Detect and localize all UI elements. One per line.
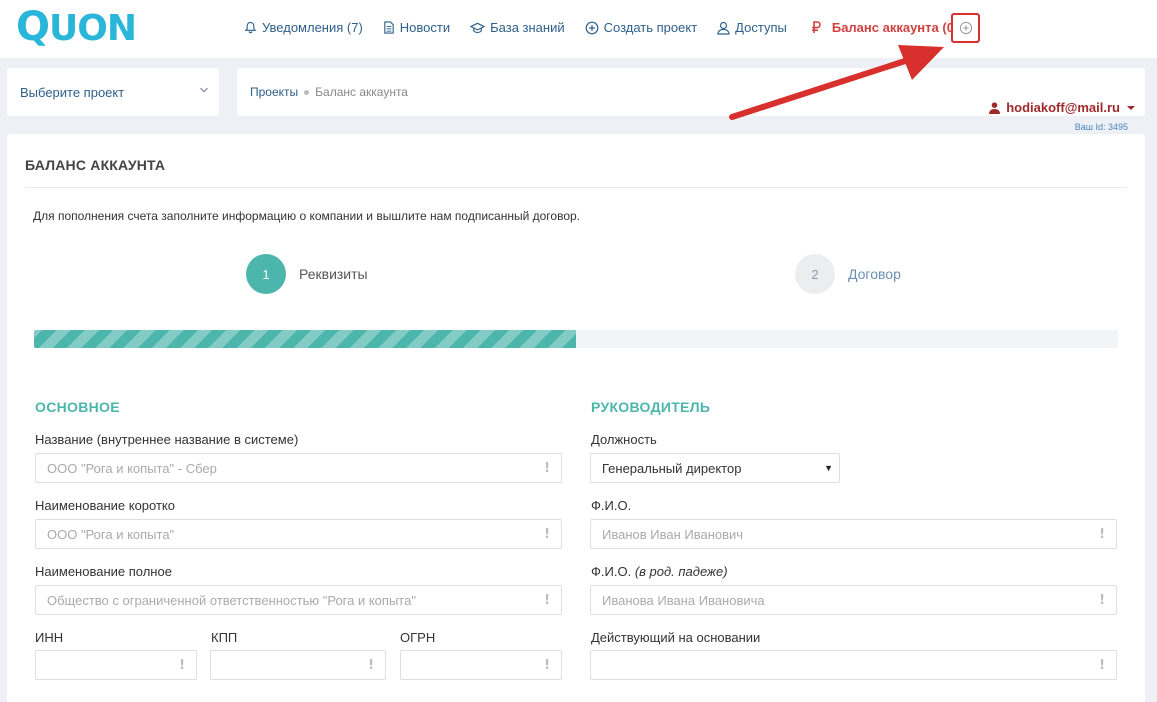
nav-knowledge-base[interactable]: База знаний [470,20,565,35]
name-full-placeholder: Общество с ограниченной ответственностью… [47,592,416,608]
step-number: 2 [795,254,835,294]
acting-basis-label: Действующий на основании [591,630,761,645]
intro-text: Для пополнения счета заполните информаци… [33,209,581,223]
quon-logo[interactable]: QUON [16,7,137,49]
user-id: Ваш Id: 3495 [1074,122,1128,132]
required-icon: ! [544,593,550,608]
page-title: БАЛАНС АККАУНТА [25,157,166,173]
name-internal-placeholder: ООО "Рога и копыта" - Сбер [47,460,217,476]
position-value: Генеральный директор [602,460,742,476]
position-label: Должность [591,432,657,447]
top-bar: QUON Уведомления (7) Новости База знаний… [0,0,1157,58]
caret-down-icon [1127,105,1135,110]
required-icon: ! [544,658,550,673]
progress-fill [34,330,576,348]
step-contract[interactable]: 2 Договор [795,254,901,294]
fio-genitive-label: Ф.И.О. (в род. падеже) [591,564,728,579]
user-outline-icon [717,21,730,35]
step-label: Реквизиты [299,266,368,282]
ogrn-input[interactable]: ! [400,650,562,680]
required-icon: ! [179,658,185,673]
user-menu[interactable]: hodiakoff@mail.ru [989,100,1135,115]
acting-basis-input[interactable]: ! [590,650,1117,680]
name-short-label: Наименование коротко [35,498,175,513]
title-divider [25,187,1127,188]
fio-input[interactable]: Иванов Иван Иванович ! [590,519,1117,549]
breadcrumb-panel: Проекты Баланс аккаунта hodiakoff@mail.r… [237,68,1145,116]
nav-notifications[interactable]: Уведомления (7) [244,20,363,35]
nav-notifications-label: Уведомления (7) [262,20,363,35]
fio-label: Ф.И.О. [591,498,632,513]
plus-circle-icon [585,21,599,34]
nav-balance[interactable]: Баланс аккаунта (0 р.) [811,20,973,35]
fio-genitive-input[interactable]: Иванова Ивана Ивановича ! [590,585,1117,615]
nav-knowledge-base-label: База знаний [490,20,565,35]
main-section-title: ОСНОВНОЕ [35,399,120,415]
progress-bar [34,330,1118,348]
required-icon: ! [368,658,374,673]
breadcrumb: Проекты Баланс аккаунта [250,85,408,99]
breadcrumb-projects-link[interactable]: Проекты [250,85,298,99]
nav-access[interactable]: Доступы [717,20,787,35]
ogrn-label: ОГРН [400,630,436,645]
fio-genitive-hint: (в род. падеже) [634,564,728,579]
required-icon: ! [1099,658,1105,673]
required-icon: ! [544,461,550,476]
name-full-label: Наименование полное [35,564,172,579]
main-nav: Уведомления (7) Новости База знаний Созд… [244,20,973,35]
project-select-placeholder: Выберите проект [20,84,125,100]
manager-section-title: РУКОВОДИТЕЛЬ [591,399,711,415]
chevron-down-icon [200,87,208,93]
position-select[interactable]: Генеральный директор ▼ [590,453,840,483]
inn-input[interactable]: ! [35,650,197,680]
ruble-icon [812,21,821,33]
user-icon [989,101,1001,114]
project-select[interactable]: Выберите проект [7,68,219,116]
step-number: 1 [246,254,286,294]
kpp-label: КПП [211,630,238,645]
name-full-input[interactable]: Общество с ограниченной ответственностью… [35,585,562,615]
kpp-input[interactable]: ! [210,650,386,680]
nav-create-project-label: Создать проект [603,20,698,35]
required-icon: ! [1099,593,1105,608]
name-internal-label: Название (внутреннее название в системе) [35,432,299,447]
add-balance-button[interactable] [951,13,980,43]
nav-news[interactable]: Новости [383,20,450,35]
graduation-cap-icon [470,22,486,33]
bell-icon [244,21,257,34]
document-icon [384,21,394,34]
fio-genitive-label-text: Ф.И.О. [591,564,632,579]
name-short-placeholder: ООО "Рога и копыта" [47,526,175,542]
inn-label: ИНН [35,630,64,645]
required-icon: ! [1099,527,1105,542]
nav-news-label: Новости [399,20,451,35]
plus-circle-icon [959,21,972,35]
breadcrumb-separator [304,89,310,95]
nav-access-label: Доступы [735,20,787,35]
fio-genitive-placeholder: Иванова Ивана Ивановича [602,592,765,608]
fio-placeholder: Иванов Иван Иванович [602,526,744,542]
name-internal-input[interactable]: ООО "Рога и копыта" - Сбер ! [35,453,562,483]
breadcrumb-current: Баланс аккаунта [315,85,408,99]
user-email: hodiakoff@mail.ru [1006,100,1120,115]
step-requisites[interactable]: 1 Реквизиты [246,254,368,294]
dropdown-arrow-icon: ▼ [824,463,833,473]
required-icon: ! [544,527,550,542]
step-label: Договор [848,266,901,282]
nav-create-project[interactable]: Создать проект [585,20,698,35]
balance-card: БАЛАНС АККАУНТА Для пополнения счета зап… [7,134,1145,702]
name-short-input[interactable]: ООО "Рога и копыта" ! [35,519,562,549]
